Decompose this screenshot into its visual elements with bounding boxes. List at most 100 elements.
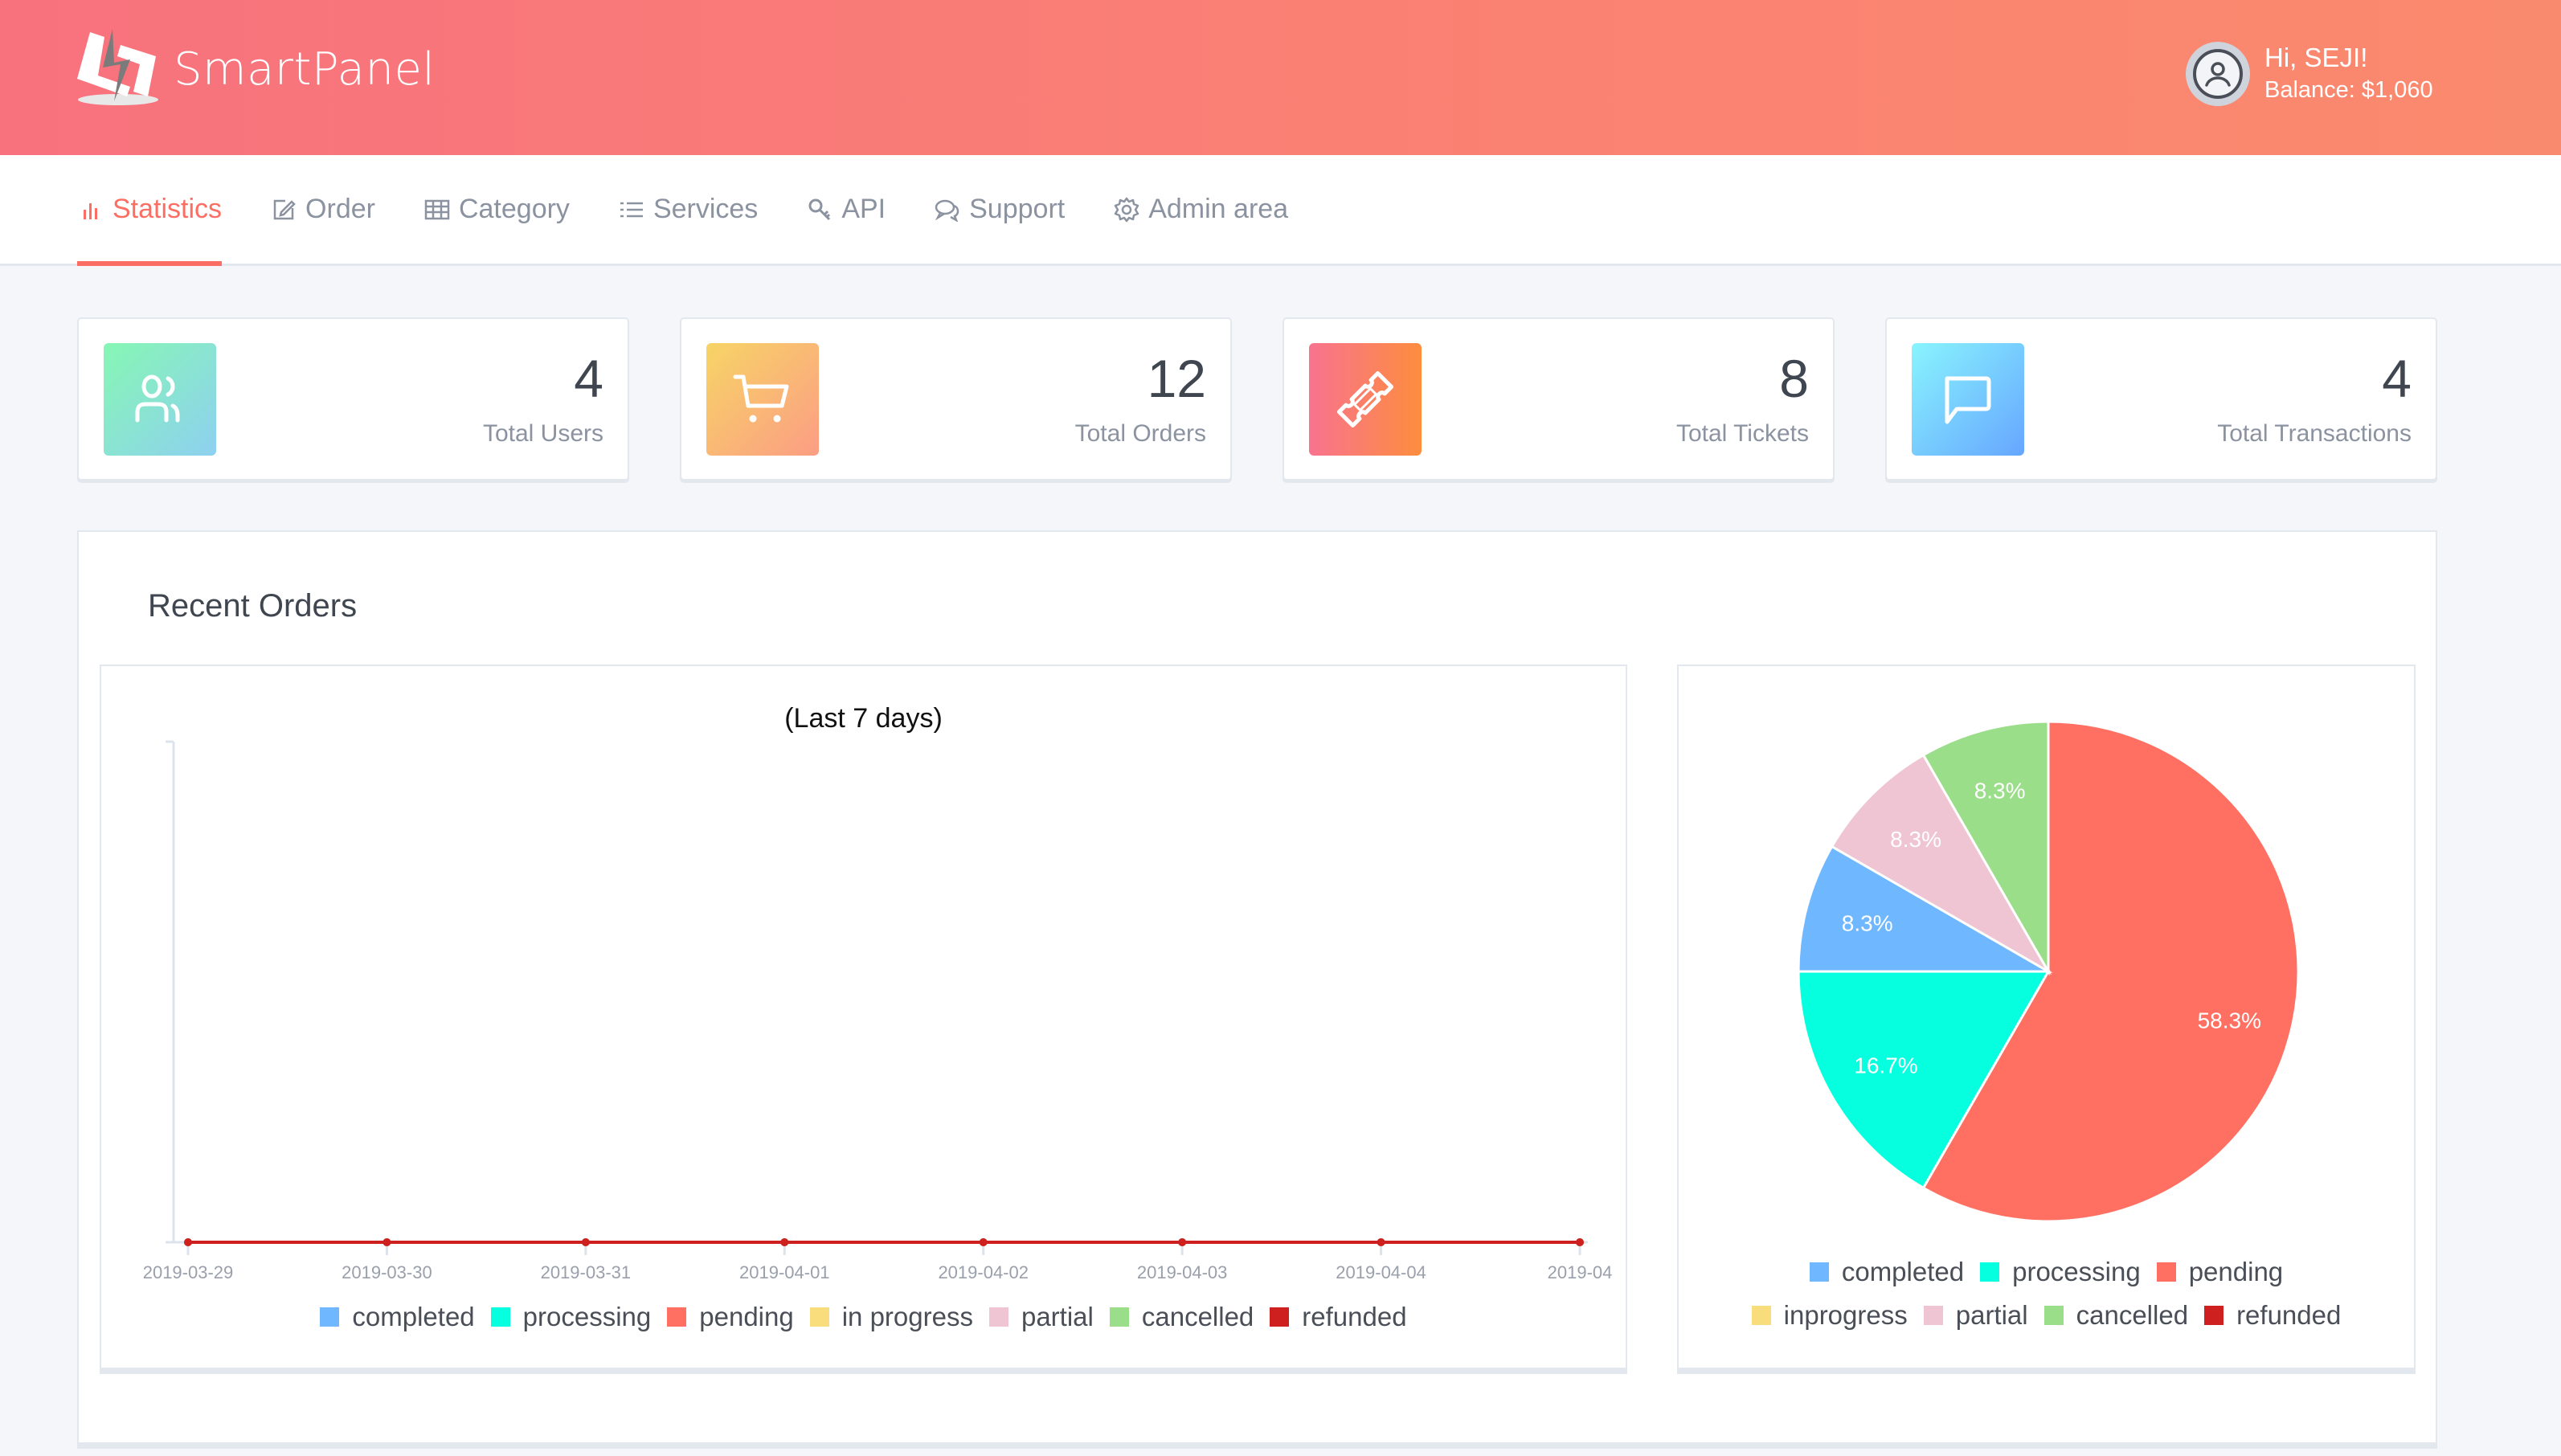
cart-icon: [733, 374, 789, 423]
nav-tab-api[interactable]: API: [806, 155, 886, 264]
nav-tab-label: API: [841, 194, 886, 224]
legend-label: pending: [699, 1302, 794, 1331]
legend-item-in-progress[interactable]: in progress: [809, 1302, 973, 1332]
data-point[interactable]: [1178, 1238, 1187, 1246]
cart-icon-box: [706, 343, 819, 456]
data-point[interactable]: [1377, 1238, 1385, 1246]
nav-tab-label: Services: [653, 194, 759, 224]
nav-tab-category[interactable]: Category: [423, 155, 570, 264]
legend-swatch: [1809, 1262, 1829, 1282]
list-icon: [618, 196, 645, 223]
legend-label: inprogress: [1783, 1300, 1908, 1330]
pie-slice-label: 16.7%: [1854, 1053, 1917, 1078]
legend-item-cancelled[interactable]: cancelled: [2043, 1300, 2188, 1331]
stat-card-orders[interactable]: 12 Total Orders: [680, 317, 1232, 481]
legend-item-processing[interactable]: processing: [1980, 1257, 2141, 1287]
user-balance: Balance: $1,060: [2264, 77, 2433, 103]
x-tick-label: 2019-03-29: [143, 1262, 234, 1282]
legend-item-completed[interactable]: completed: [1809, 1257, 1965, 1287]
data-point[interactable]: [1576, 1238, 1584, 1246]
recent-orders-panel: Recent Orders (Last 7 days) 2019-03-29 20…: [77, 530, 2437, 1444]
legend-item-cancelled[interactable]: cancelled: [1109, 1302, 1254, 1332]
x-tick-label: 2019-03-31: [541, 1262, 632, 1282]
main-nav: Statistics Order Category Services API S…: [0, 155, 2561, 266]
x-tick-label: 2019-03-30: [342, 1262, 432, 1282]
data-point[interactable]: [979, 1238, 988, 1246]
users-icon: [135, 374, 180, 423]
pie-chart-legend: completed processing pending inprogress par…: [1679, 1250, 2414, 1337]
x-tick-label: 2019-04: [1548, 1262, 1613, 1282]
stat-card-tickets[interactable]: 8 Total Tickets: [1283, 317, 1835, 481]
legend-item-refunded[interactable]: refunded: [2204, 1300, 2341, 1331]
line-chart-box: (Last 7 days) 2019-03-29 2019-03-30 2019-0…: [100, 665, 1627, 1374]
legend-label: refunded: [1302, 1302, 1407, 1331]
legend-item-completed[interactable]: completed: [320, 1302, 475, 1332]
legend-item-partial[interactable]: partial: [988, 1302, 1094, 1332]
legend-label: partial: [1955, 1300, 2028, 1330]
brand-logo[interactable]: SmartPanel: [74, 29, 435, 109]
legend-label: completed: [1841, 1257, 1965, 1286]
stat-card-transactions[interactable]: 4 Total Transactions: [1885, 317, 2437, 481]
legend-item-processing[interactable]: processing: [490, 1302, 652, 1332]
legend-item-refunded[interactable]: refunded: [1270, 1302, 1407, 1332]
stat-value: 12: [1147, 349, 1206, 408]
users-icon-box: [104, 343, 216, 456]
pie-slice-label: 8.3%: [1974, 779, 2026, 804]
pie-slice-label: 58.3%: [2198, 1008, 2261, 1033]
brand-name: SmartPanel: [174, 43, 436, 96]
nav-tab-order[interactable]: Order: [270, 155, 375, 264]
legend-swatch: [2156, 1262, 2176, 1282]
data-point[interactable]: [383, 1238, 391, 1246]
pie-slice-label: 8.3%: [1842, 911, 1893, 936]
nav-tab-label: Category: [458, 194, 570, 224]
pie-slice-label: 8.3%: [1890, 827, 1941, 852]
x-tick-label: 2019-04-03: [1137, 1262, 1228, 1282]
message-icon: [1945, 376, 1991, 424]
legend-swatch: [1980, 1262, 2000, 1282]
gear-icon: [1113, 196, 1140, 223]
legend-swatch: [809, 1307, 829, 1327]
legend-label: partial: [1021, 1302, 1094, 1331]
nav-tab-statistics[interactable]: Statistics: [77, 155, 223, 266]
stat-label: Total Orders: [1074, 420, 1206, 447]
data-point[interactable]: [581, 1238, 590, 1246]
legend-label: processing: [522, 1302, 652, 1331]
legend-swatch: [1109, 1307, 1129, 1327]
legend-swatch: [1923, 1306, 1943, 1325]
nav-tab-label: Order: [305, 194, 375, 224]
legend-label: cancelled: [1141, 1302, 1254, 1331]
x-tick-label: 2019-04-04: [1336, 1262, 1426, 1282]
user-icon: [2205, 62, 2231, 87]
legend-item-pending[interactable]: pending: [2156, 1257, 2283, 1287]
legend-swatch: [320, 1307, 340, 1327]
bar-chart-icon: [77, 196, 104, 223]
legend-swatch: [1751, 1306, 1771, 1325]
nav-tab-support[interactable]: Support: [934, 155, 1065, 264]
legend-swatch: [667, 1307, 687, 1327]
chat-icon: [934, 196, 961, 223]
data-point[interactable]: [184, 1238, 192, 1246]
data-point[interactable]: [780, 1238, 789, 1246]
stat-value: 8: [1779, 349, 1809, 408]
line-chart: 2019-03-29 2019-03-30 2019-03-31 2019-04-01…: [143, 740, 1613, 1282]
legend-item-partial[interactable]: partial: [1923, 1300, 2028, 1331]
x-tick-label: 2019-04-01: [739, 1262, 830, 1282]
line-chart-legend: completed processing pending in progress par…: [101, 1295, 1626, 1339]
legend-item-inprogress[interactable]: inprogress: [1751, 1300, 1908, 1331]
table-icon: [423, 196, 451, 223]
legend-item-pending[interactable]: pending: [667, 1302, 794, 1332]
nav-tab-services[interactable]: Services: [618, 155, 758, 264]
user-greeting: Hi, SEJI!: [2264, 43, 2368, 72]
message-icon-box: [1912, 343, 2024, 456]
legend-label: processing: [2012, 1257, 2141, 1286]
legend-swatch: [490, 1307, 510, 1327]
stat-card-users[interactable]: 4 Total Users: [77, 317, 629, 481]
legend-swatch: [1270, 1307, 1290, 1327]
stat-label: Total Transactions: [2217, 420, 2412, 447]
avatar[interactable]: [2186, 42, 2250, 106]
nav-tab-admin-area[interactable]: Admin area: [1113, 155, 1288, 264]
ticket-icon-box: [1309, 343, 1422, 456]
edit-icon: [270, 196, 297, 223]
top-header: SmartPanel Hi, SEJI! Balance: $1,060: [0, 0, 2561, 155]
user-menu[interactable]: Hi, SEJI! Balance: $1,060: [2186, 42, 2433, 106]
